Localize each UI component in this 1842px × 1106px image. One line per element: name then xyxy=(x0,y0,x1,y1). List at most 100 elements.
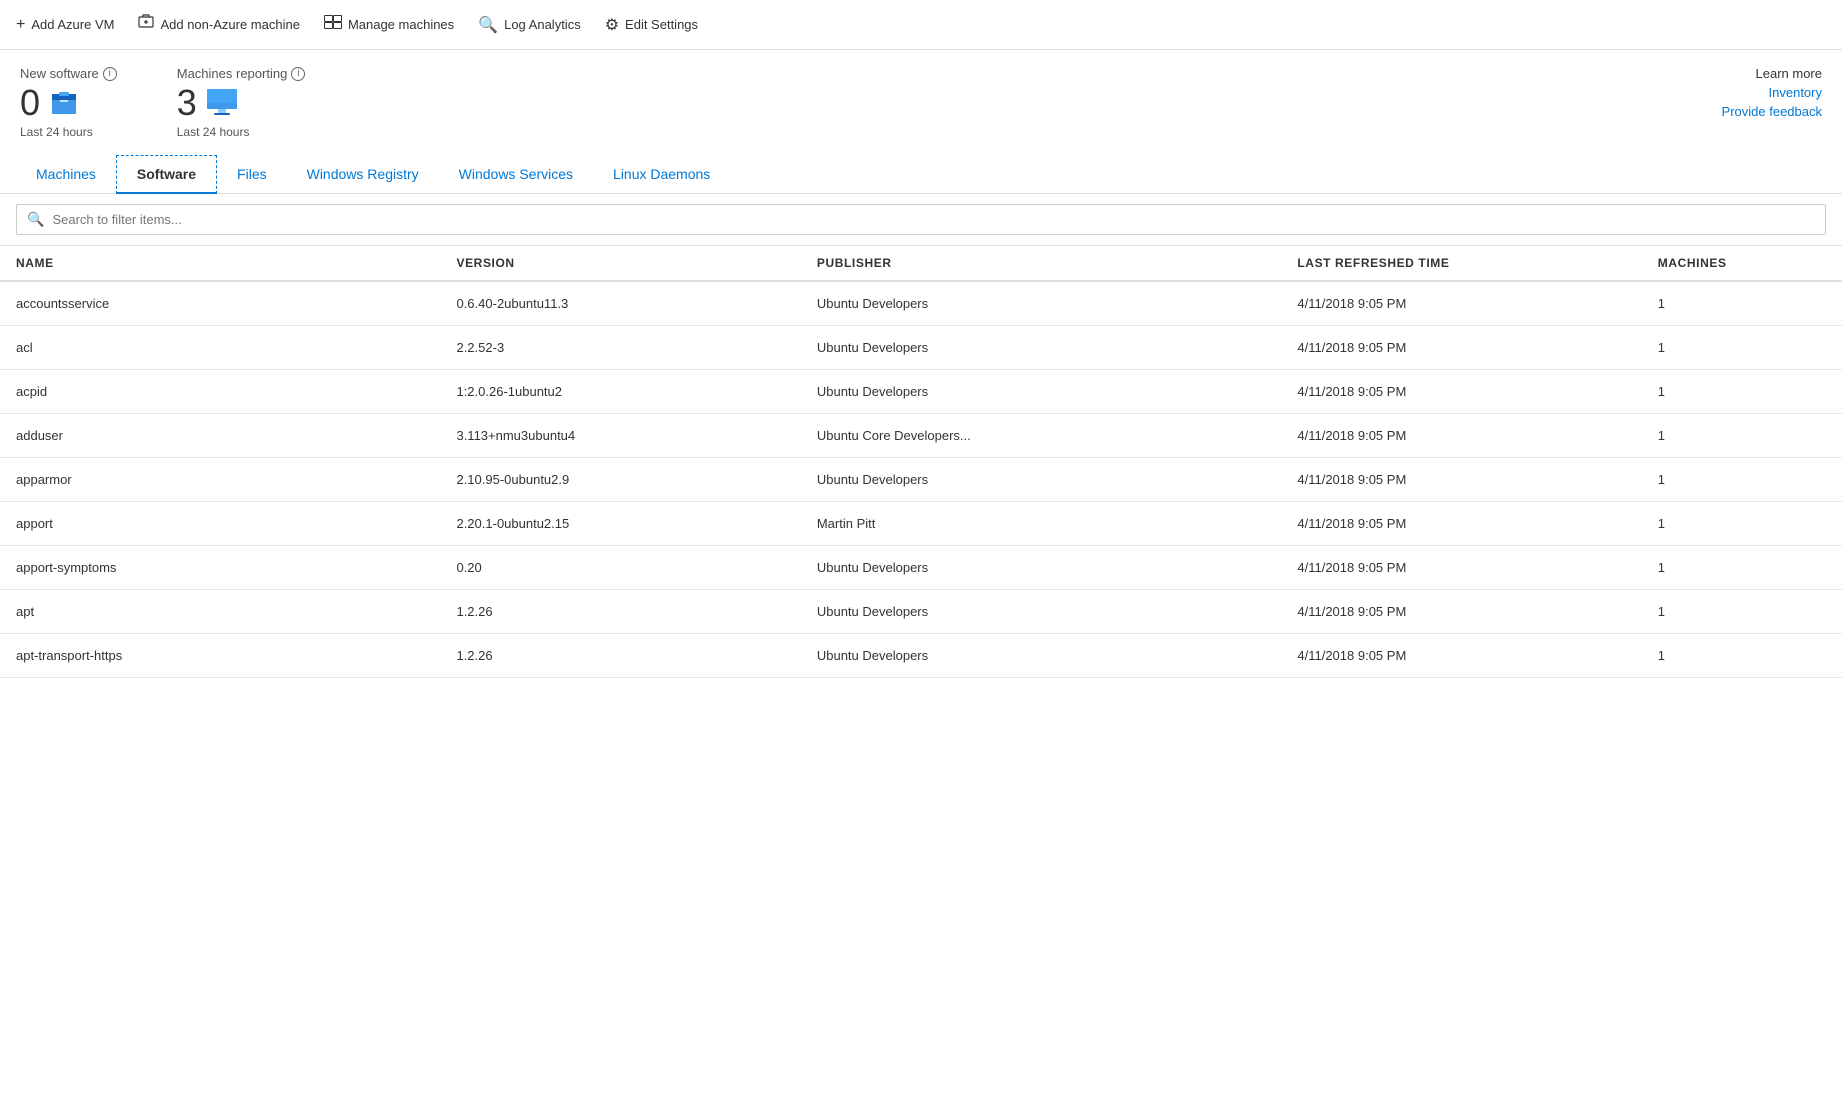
cell-refreshed-5: 4/11/2018 9:05 PM xyxy=(1281,502,1641,546)
cell-machines-7: 1 xyxy=(1642,590,1842,634)
machines-reporting-sublabel: Last 24 hours xyxy=(177,125,306,139)
cell-refreshed-3: 4/11/2018 9:05 PM xyxy=(1281,414,1641,458)
col-header-machines: MACHINES xyxy=(1642,246,1842,281)
table-row: apt-transport-https 1.2.26 Ubuntu Develo… xyxy=(0,634,1842,678)
new-software-info-icon[interactable]: i xyxy=(103,67,117,81)
cell-name-2: acpid xyxy=(0,370,440,414)
cell-version-6: 0.20 xyxy=(440,546,800,590)
cell-version-5: 2.20.1-0ubuntu2.15 xyxy=(440,502,800,546)
cell-publisher-0: Ubuntu Developers xyxy=(801,281,1282,326)
cell-refreshed-1: 4/11/2018 9:05 PM xyxy=(1281,326,1641,370)
col-header-name: NAME xyxy=(0,246,440,281)
machines-reporting-value: 3 xyxy=(177,85,197,121)
cell-version-0: 0.6.40-2ubuntu11.3 xyxy=(440,281,800,326)
cell-machines-1: 1 xyxy=(1642,326,1842,370)
cell-name-7: apt xyxy=(0,590,440,634)
cell-name-1: acl xyxy=(0,326,440,370)
cell-publisher-2: Ubuntu Developers xyxy=(801,370,1282,414)
machines-reporting-label: Machines reporting xyxy=(177,66,288,81)
add-icon: + xyxy=(16,16,25,34)
edit-settings-label: Edit Settings xyxy=(625,17,698,32)
log-analytics-label: Log Analytics xyxy=(504,17,581,32)
manage-machines-label: Manage machines xyxy=(348,17,454,32)
table-row: adduser 3.113+nmu3ubuntu4 Ubuntu Core De… xyxy=(0,414,1842,458)
tab-windows-registry[interactable]: Windows Registry xyxy=(287,156,439,192)
machines-reporting-icon xyxy=(205,87,239,120)
new-software-label: New software xyxy=(20,66,99,81)
add-azure-vm-button[interactable]: + Add Azure VM xyxy=(16,12,114,38)
cell-publisher-3: Ubuntu Core Developers... xyxy=(801,414,1282,458)
table-row: acl 2.2.52-3 Ubuntu Developers 4/11/2018… xyxy=(0,326,1842,370)
tab-machines[interactable]: Machines xyxy=(16,156,116,192)
add-non-azure-button[interactable]: Add non-Azure machine xyxy=(138,10,299,39)
software-table: NAME VERSION PUBLISHER LAST REFRESHED TI… xyxy=(0,246,1842,678)
cell-machines-6: 1 xyxy=(1642,546,1842,590)
cell-refreshed-6: 4/11/2018 9:05 PM xyxy=(1281,546,1641,590)
cell-version-4: 2.10.95-0ubuntu2.9 xyxy=(440,458,800,502)
new-software-value: 0 xyxy=(20,85,40,121)
add-non-azure-icon xyxy=(138,14,154,35)
new-software-icon xyxy=(48,86,80,121)
cell-refreshed-4: 4/11/2018 9:05 PM xyxy=(1281,458,1641,502)
cell-name-8: apt-transport-https xyxy=(0,634,440,678)
machines-reporting-info-icon[interactable]: i xyxy=(291,67,305,81)
cell-machines-8: 1 xyxy=(1642,634,1842,678)
cell-refreshed-7: 4/11/2018 9:05 PM xyxy=(1281,590,1641,634)
cell-name-0: accountsservice xyxy=(0,281,440,326)
toolbar: + Add Azure VM Add non-Azure machine Man… xyxy=(0,0,1842,50)
search-container: 🔍 xyxy=(0,194,1842,246)
table-row: apparmor 2.10.95-0ubuntu2.9 Ubuntu Devel… xyxy=(0,458,1842,502)
table-row: acpid 1:2.0.26-1ubuntu2 Ubuntu Developer… xyxy=(0,370,1842,414)
side-links: Learn more Inventory Provide feedback xyxy=(1722,66,1822,119)
tab-linux-daemons[interactable]: Linux Daemons xyxy=(593,156,730,192)
cell-version-2: 1:2.0.26-1ubuntu2 xyxy=(440,370,800,414)
cell-publisher-8: Ubuntu Developers xyxy=(801,634,1282,678)
tab-software[interactable]: Software xyxy=(116,155,217,194)
table-row: apport 2.20.1-0ubuntu2.15 Martin Pitt 4/… xyxy=(0,502,1842,546)
search-icon: 🔍 xyxy=(27,211,44,228)
edit-settings-button[interactable]: ⚙ Edit Settings xyxy=(605,11,698,39)
cell-publisher-5: Martin Pitt xyxy=(801,502,1282,546)
cell-publisher-1: Ubuntu Developers xyxy=(801,326,1282,370)
cell-machines-2: 1 xyxy=(1642,370,1842,414)
cell-publisher-7: Ubuntu Developers xyxy=(801,590,1282,634)
cell-refreshed-2: 4/11/2018 9:05 PM xyxy=(1281,370,1641,414)
tab-windows-services[interactable]: Windows Services xyxy=(439,156,593,192)
cell-refreshed-8: 4/11/2018 9:05 PM xyxy=(1281,634,1641,678)
cell-machines-0: 1 xyxy=(1642,281,1842,326)
cell-machines-4: 1 xyxy=(1642,458,1842,502)
cell-name-6: apport-symptoms xyxy=(0,546,440,590)
search-box: 🔍 xyxy=(16,204,1826,235)
cell-publisher-6: Ubuntu Developers xyxy=(801,546,1282,590)
tabs-container: Machines Software Files Windows Registry… xyxy=(0,155,1842,194)
log-analytics-icon: 🔍 xyxy=(478,15,498,35)
stats-row: New software i 0 Last 24 hours Machines … xyxy=(0,50,1842,155)
col-header-version: VERSION xyxy=(440,246,800,281)
log-analytics-button[interactable]: 🔍 Log Analytics xyxy=(478,11,581,39)
new-software-sublabel: Last 24 hours xyxy=(20,125,117,139)
machines-reporting-stat: Machines reporting i 3 Last 24 hours xyxy=(177,66,306,139)
tab-files[interactable]: Files xyxy=(217,156,287,192)
col-header-publisher: PUBLISHER xyxy=(801,246,1282,281)
add-non-azure-label: Add non-Azure machine xyxy=(160,17,299,32)
table-row: apt 1.2.26 Ubuntu Developers 4/11/2018 9… xyxy=(0,590,1842,634)
inventory-link[interactable]: Inventory xyxy=(1769,85,1822,100)
learn-more-label: Learn more xyxy=(1756,66,1822,81)
search-input[interactable] xyxy=(52,212,1815,227)
table-row: apport-symptoms 0.20 Ubuntu Developers 4… xyxy=(0,546,1842,590)
cell-name-4: apparmor xyxy=(0,458,440,502)
new-software-stat: New software i 0 Last 24 hours xyxy=(20,66,117,139)
provide-feedback-link[interactable]: Provide feedback xyxy=(1722,104,1822,119)
edit-settings-icon: ⚙ xyxy=(605,15,619,35)
col-header-refreshed: LAST REFRESHED TIME xyxy=(1281,246,1641,281)
cell-machines-3: 1 xyxy=(1642,414,1842,458)
cell-version-8: 1.2.26 xyxy=(440,634,800,678)
cell-refreshed-0: 4/11/2018 9:05 PM xyxy=(1281,281,1641,326)
cell-publisher-4: Ubuntu Developers xyxy=(801,458,1282,502)
manage-machines-button[interactable]: Manage machines xyxy=(324,11,454,38)
cell-name-3: adduser xyxy=(0,414,440,458)
cell-version-7: 1.2.26 xyxy=(440,590,800,634)
manage-machines-icon xyxy=(324,15,342,34)
cell-version-3: 3.113+nmu3ubuntu4 xyxy=(440,414,800,458)
table-header-row: NAME VERSION PUBLISHER LAST REFRESHED TI… xyxy=(0,246,1842,281)
